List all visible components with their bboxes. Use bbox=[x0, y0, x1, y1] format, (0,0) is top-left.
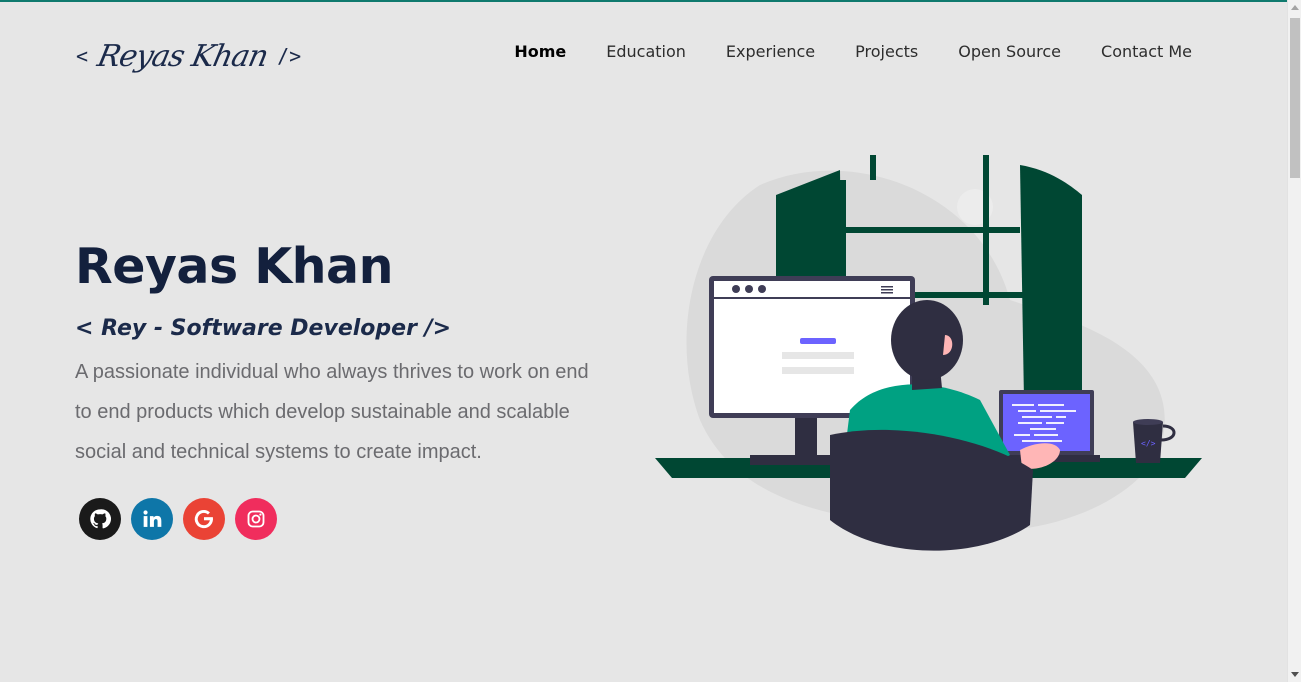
scrollbar-thumb[interactable] bbox=[1290, 18, 1300, 178]
linkedin-icon bbox=[143, 510, 162, 527]
nav-projects[interactable]: Projects bbox=[855, 42, 918, 61]
logo-close-bracket: /> bbox=[277, 44, 302, 68]
instagram-icon bbox=[247, 510, 265, 528]
top-accent-line bbox=[0, 0, 1287, 2]
window-dot-2 bbox=[745, 285, 753, 293]
screen-accent-bar bbox=[800, 338, 836, 344]
hero-subtitle: < Rey - Software Developer /> bbox=[75, 316, 452, 341]
nav-education[interactable]: Education bbox=[606, 42, 686, 61]
hero-description: A passionate individual who always thriv… bbox=[75, 361, 589, 463]
nav-home[interactable]: Home bbox=[514, 42, 566, 61]
scroll-down-icon[interactable] bbox=[1291, 672, 1299, 677]
coffee-mug-top bbox=[1133, 419, 1163, 425]
screen-line-1 bbox=[782, 352, 854, 359]
nav-contact-me[interactable]: Contact Me bbox=[1101, 42, 1192, 61]
linkedin-button[interactable] bbox=[131, 498, 173, 540]
mug-code-symbol: </> bbox=[1141, 439, 1156, 448]
monitor-stand bbox=[795, 415, 817, 455]
window-header-rule bbox=[714, 297, 910, 299]
github-icon bbox=[90, 509, 111, 529]
instagram-button[interactable] bbox=[235, 498, 277, 540]
nav-experience[interactable]: Experience bbox=[726, 42, 815, 61]
social-links bbox=[79, 498, 277, 540]
page-scrollbar[interactable] bbox=[1287, 0, 1301, 682]
logo-open-bracket: < bbox=[76, 44, 89, 68]
screen-line-2 bbox=[782, 367, 854, 374]
developer-illustration: </> bbox=[655, 155, 1202, 551]
github-button[interactable] bbox=[79, 498, 121, 540]
logo-signature: Reyas Khan bbox=[94, 38, 271, 74]
google-icon bbox=[194, 510, 213, 529]
window-menu-line-3 bbox=[881, 292, 893, 294]
scroll-up-icon[interactable] bbox=[1291, 5, 1299, 10]
main-nav: Home Education Experience Projects Open … bbox=[514, 42, 1192, 61]
window-menu-line-1 bbox=[881, 286, 893, 288]
nav-open-source[interactable]: Open Source bbox=[958, 42, 1061, 61]
window-dot-3 bbox=[758, 285, 766, 293]
google-button[interactable] bbox=[183, 498, 225, 540]
site-logo[interactable]: < Reyas Khan /> bbox=[76, 36, 301, 76]
person-head bbox=[891, 300, 963, 380]
window-dot-1 bbox=[732, 285, 740, 293]
hero-name: Reyas Khan bbox=[75, 238, 394, 295]
window-menu-line-2 bbox=[881, 289, 893, 291]
